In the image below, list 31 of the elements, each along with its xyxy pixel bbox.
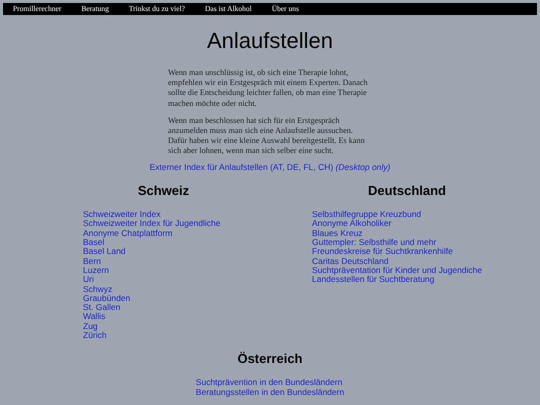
link[interactable]: Anonyme Chatplattform bbox=[83, 228, 172, 238]
section-heading: Österreich bbox=[236, 352, 304, 366]
link[interactable]: Basel Land bbox=[83, 247, 126, 257]
link[interactable]: Freundeskreise für Suchtkrankenhilfe bbox=[312, 247, 453, 257]
section-heading: Schweiz bbox=[136, 184, 190, 198]
link[interactable]: Bern bbox=[83, 256, 101, 266]
paragraph: Wenn man unschlüssig ist, ob sich eine Therapie lohnt, empfehlen wir ein Erstgespräch mit einem Experten. Danach sollte die Entscheidung leichter fallen, ob man eine Therapie machen möchte oder nicht. bbox=[168, 68, 369, 109]
link[interactable]: Schweizweiter Index bbox=[83, 210, 160, 220]
link[interactable]: Wallis bbox=[83, 312, 106, 322]
link[interactable]: Graubünden bbox=[83, 294, 130, 304]
section-heading: Deutschland bbox=[366, 184, 447, 198]
paragraph: Wenn man beschlossen hat sich für ein Erstgespräch anzumelden muss man sich eine Anlaufstelle aussuchen. Dafür haben wir eine kleine Auswahl bereitgestellt. Es kann sich aber lohnen, wenn man sich selber eine sucht. bbox=[168, 116, 366, 157]
link[interactable]: Zug bbox=[83, 322, 98, 331]
link[interactable]: Guttempler: Selbsthilfe und mehr bbox=[312, 238, 436, 248]
link[interactable]: Luzern bbox=[83, 266, 109, 276]
external-link[interactable]: Externer Index für Anlaufstellen (AT, DE, FL, CH) (Desktop only) bbox=[150, 162, 390, 172]
link[interactable]: Anonyme Alkoholiker bbox=[312, 219, 392, 229]
link[interactable]: Beratungsstellen in den Bundesländern bbox=[196, 388, 344, 397]
link[interactable]: Schweizweiter Index für Jugendliche bbox=[83, 219, 220, 229]
link[interactable]: Basel bbox=[83, 238, 104, 248]
link[interactable]: St. Gallen bbox=[83, 303, 120, 312]
link[interactable]: Schwyz bbox=[83, 284, 112, 294]
link[interactable]: Suchtprävention in den Bundesländern bbox=[196, 378, 342, 388]
link[interactable]: Suchtpräventation für Kinder und Jugendiche bbox=[312, 266, 482, 276]
page-title: Anlaufstellen bbox=[206, 30, 334, 52]
link[interactable]: Blaues Kreuz bbox=[312, 228, 363, 238]
link[interactable]: Caritas Deutschland bbox=[312, 256, 389, 266]
link[interactable]: Landesstellen für Suchtberatung bbox=[312, 275, 434, 284]
link[interactable]: Zürich bbox=[83, 330, 107, 340]
link[interactable]: Uri bbox=[83, 275, 94, 284]
link[interactable]: Selbsthilfegruppe Kreuzbund bbox=[312, 210, 422, 220]
